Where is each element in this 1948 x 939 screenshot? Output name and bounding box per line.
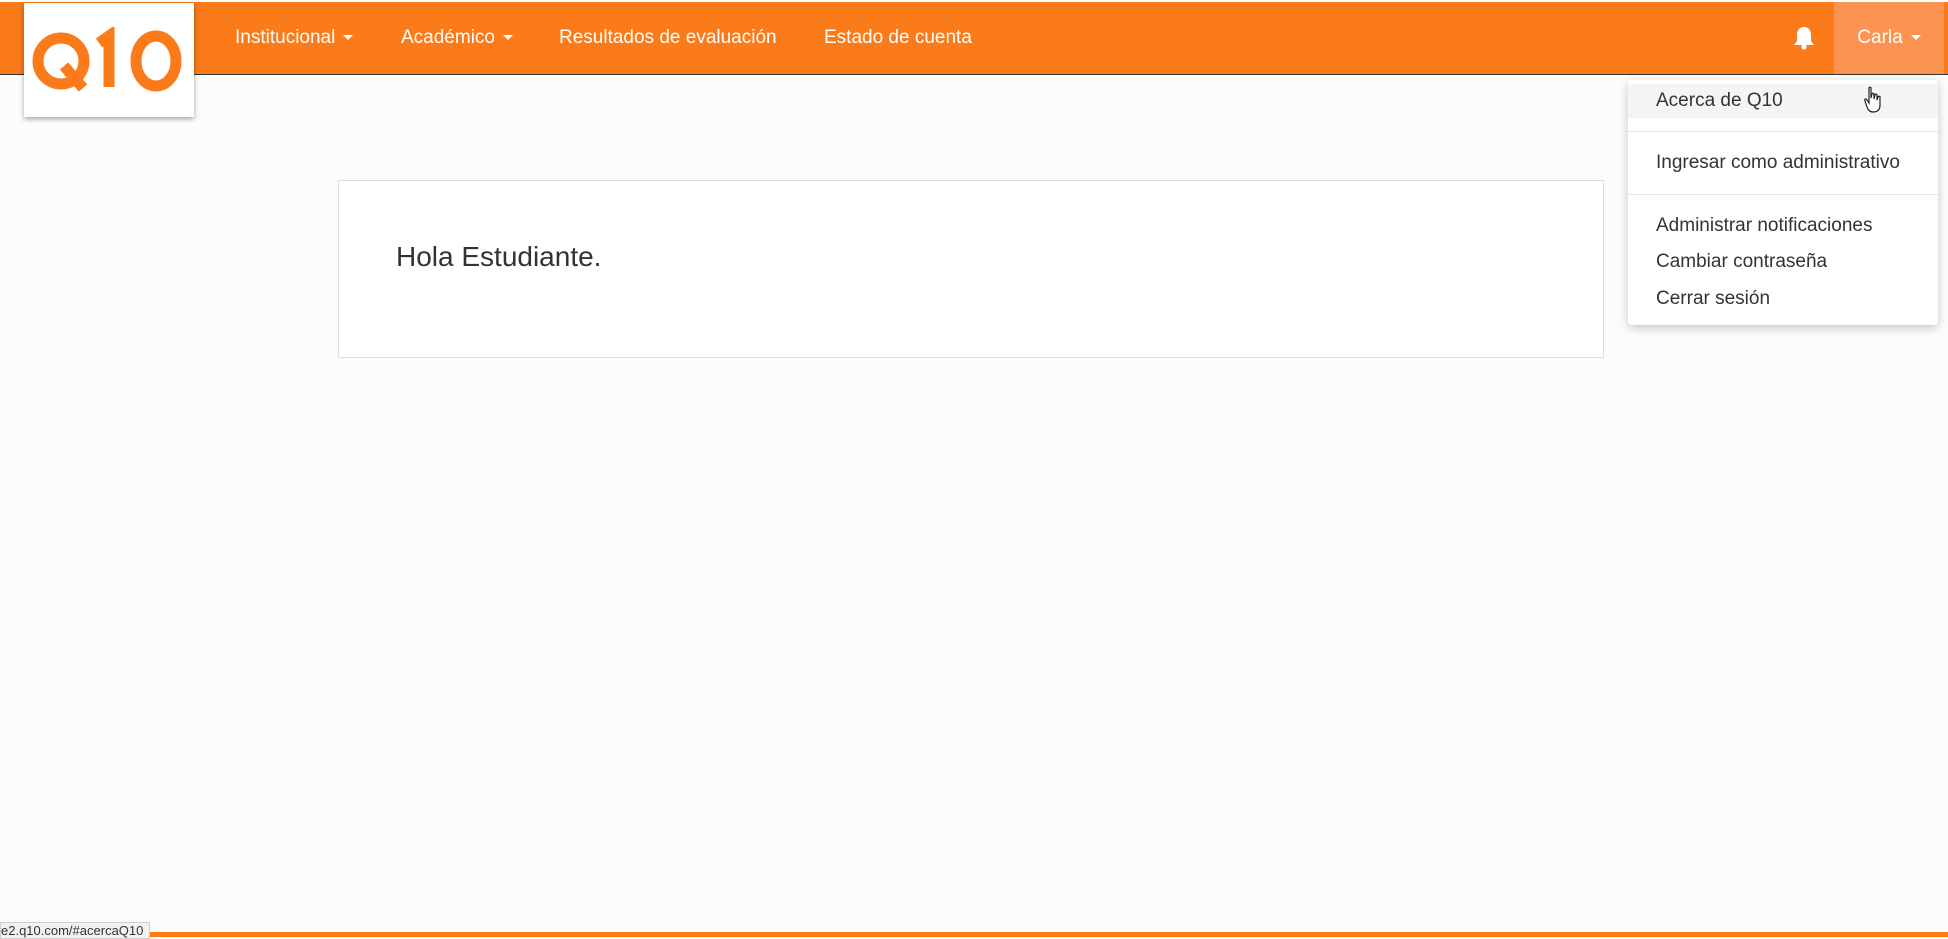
greeting-text: Hola Estudiante.: [396, 241, 602, 272]
nav-resultados-label: Resultados de evaluación: [559, 27, 777, 48]
menu-item-cerrar-sesion[interactable]: Cerrar sesión: [1628, 282, 1938, 316]
menu-item-ingresar-administrativo[interactable]: Ingresar como administrativo: [1628, 146, 1938, 180]
hand-pointer-cursor-icon: [1863, 86, 1885, 119]
nav-estado-label: Estado de cuenta: [824, 27, 972, 48]
caret-down-icon: [503, 35, 513, 41]
user-menu-button[interactable]: Carla: [1834, 2, 1944, 74]
bottom-accent-line: [0, 932, 1948, 937]
nav-academico[interactable]: Académico: [401, 2, 513, 74]
caret-down-icon: [1910, 35, 1921, 41]
user-dropdown-menu: Acerca de Q10 Ingresar como administrati…: [1628, 80, 1938, 325]
menu-item-administrar-notificaciones[interactable]: Administrar notificaciones: [1628, 209, 1938, 243]
nav-estado-cuenta[interactable]: Estado de cuenta: [824, 2, 972, 74]
nav-academico-label: Académico: [401, 27, 495, 48]
menu-divider: [1628, 131, 1938, 132]
q10-logo-mark: [32, 27, 182, 92]
q10-logo[interactable]: [24, 3, 194, 117]
nav-resultados-evaluacion[interactable]: Resultados de evaluación: [559, 2, 777, 74]
caret-down-icon: [343, 35, 354, 41]
status-bar-url: e2.q10.com/#acercaQ10: [0, 922, 151, 939]
nav-institucional-label: Institucional: [235, 27, 336, 48]
menu-item-acerca-q10[interactable]: Acerca de Q10: [1628, 84, 1938, 118]
welcome-card: Hola Estudiante.: [338, 180, 1604, 358]
menu-divider: [1628, 194, 1938, 195]
menu-item-cambiar-contrasena[interactable]: Cambiar contraseña: [1628, 245, 1938, 279]
nav-institucional[interactable]: Institucional: [235, 2, 354, 74]
bell-icon[interactable]: [1793, 25, 1815, 50]
user-name: Carla: [1857, 27, 1903, 48]
